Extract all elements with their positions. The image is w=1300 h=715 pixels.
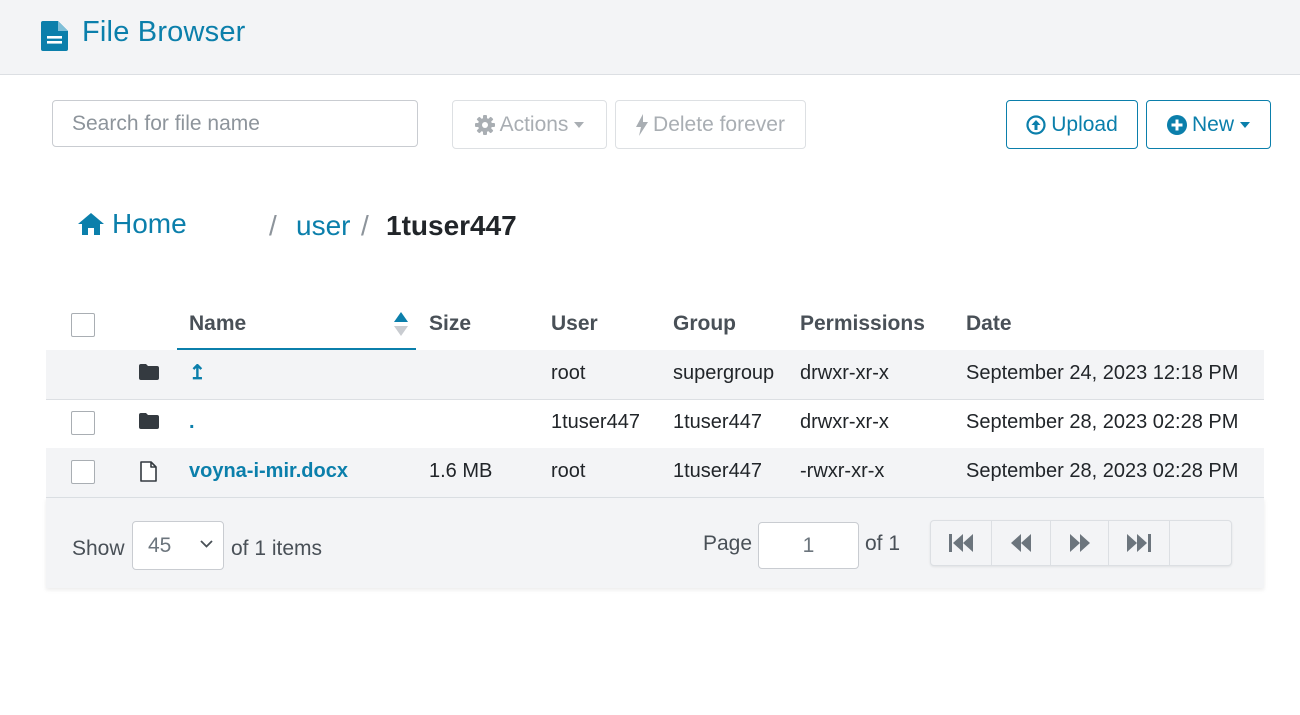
- plus-circle-icon: [1166, 114, 1192, 135]
- last-page-button[interactable]: [1109, 521, 1170, 565]
- cell-permissions: drwxr-xr-x: [800, 411, 889, 433]
- column-header-size[interactable]: Size: [429, 312, 471, 336]
- first-page-button[interactable]: [931, 521, 992, 565]
- breadcrumb-separator: /: [361, 210, 369, 241]
- folder-icon: [139, 413, 159, 434]
- column-header-permissions[interactable]: Permissions: [800, 312, 925, 336]
- cell-date: September 24, 2023 12:18 PM: [966, 362, 1239, 384]
- caret-down-icon: [574, 121, 585, 128]
- cell-group: 1tuser447: [673, 460, 762, 482]
- file-name-link[interactable]: voyna-i-mir.docx: [189, 460, 348, 483]
- column-header-group[interactable]: Group: [673, 312, 736, 336]
- bolt-icon: [636, 113, 653, 136]
- pager-buttons: [930, 520, 1232, 566]
- previous-page-icon: [1010, 533, 1032, 553]
- column-header-date[interactable]: Date: [966, 312, 1012, 336]
- new-label: New: [1191, 112, 1234, 136]
- search-input[interactable]: [52, 100, 418, 147]
- app-title: File Browser: [82, 16, 246, 48]
- home-icon: [78, 213, 112, 235]
- parent-folder-link[interactable]: ↥: [189, 360, 206, 385]
- cell-permissions: drwxr-xr-x: [800, 362, 889, 384]
- actions-label: Actions: [499, 112, 569, 136]
- show-label: Show: [72, 537, 125, 560]
- page-size-value: 45: [148, 533, 172, 557]
- cell-date: September 28, 2023 02:28 PM: [966, 411, 1239, 433]
- gear-icon: [474, 114, 500, 135]
- table-row[interactable]: voyna-i-mir.docx 1.6 MB root 1tuser447 -…: [46, 448, 1264, 498]
- file-icon: [140, 461, 157, 487]
- page-label: Page: [703, 532, 753, 555]
- page-size-select[interactable]: 45: [132, 521, 224, 570]
- folder-icon: [139, 364, 159, 385]
- cell-user: root: [551, 460, 586, 482]
- actions-button[interactable]: Actions: [452, 100, 607, 149]
- row-checkbox[interactable]: [71, 411, 95, 435]
- breadcrumb-home[interactable]: Home: [78, 208, 187, 240]
- cell-user: 1tuser447: [551, 411, 640, 433]
- upload-circle-icon: [1026, 114, 1051, 135]
- next-page-icon: [1069, 533, 1091, 553]
- new-button[interactable]: New: [1146, 100, 1271, 149]
- page-number-input[interactable]: [758, 522, 859, 569]
- items-count-label: of 1 items: [231, 537, 323, 560]
- home-label: Home: [112, 208, 187, 239]
- file-text-icon: [41, 21, 68, 56]
- upload-button[interactable]: Upload: [1006, 100, 1138, 149]
- next-page-button[interactable]: [1051, 521, 1109, 565]
- cell-group: 1tuser447: [673, 411, 762, 433]
- breadcrumb-user[interactable]: user: [296, 210, 350, 242]
- app-header: File Browser: [0, 0, 1300, 75]
- previous-page-button[interactable]: [992, 521, 1051, 565]
- column-header-name[interactable]: Name: [189, 312, 246, 336]
- table-row[interactable]: ↥ root supergroup drwxr-xr-x September 2…: [46, 350, 1264, 400]
- cell-user: root: [551, 362, 586, 384]
- caret-down-icon: [1240, 121, 1250, 128]
- row-checkbox[interactable]: [71, 460, 95, 484]
- delete-forever-label: Delete forever: [653, 112, 785, 136]
- cell-size: 1.6 MB: [429, 460, 493, 482]
- page-count-label: of 1: [865, 532, 901, 555]
- pagination-footer: Show 45 of 1 items Page of 1: [46, 498, 1264, 588]
- column-header-user[interactable]: User: [551, 312, 598, 336]
- first-page-icon: [948, 533, 974, 553]
- cell-date: September 28, 2023 02:28 PM: [966, 460, 1239, 482]
- last-page-icon: [1126, 533, 1152, 553]
- cell-permissions: -rwxr-xr-x: [800, 460, 885, 482]
- upload-label: Upload: [1051, 112, 1118, 136]
- file-name-link[interactable]: .: [189, 411, 195, 434]
- breadcrumb-separator: /: [269, 210, 277, 241]
- select-all-checkbox[interactable]: [71, 313, 95, 337]
- breadcrumb-current: 1tuser447: [386, 210, 517, 241]
- table-header: Name Size User Group Permissions Date: [46, 298, 1264, 351]
- cell-group: supergroup: [673, 362, 775, 384]
- sort-icon[interactable]: [393, 312, 409, 341]
- delete-forever-button[interactable]: Delete forever: [615, 100, 806, 149]
- table-row[interactable]: . 1tuser447 1tuser447 drwxr-xr-x Septemb…: [46, 399, 1264, 449]
